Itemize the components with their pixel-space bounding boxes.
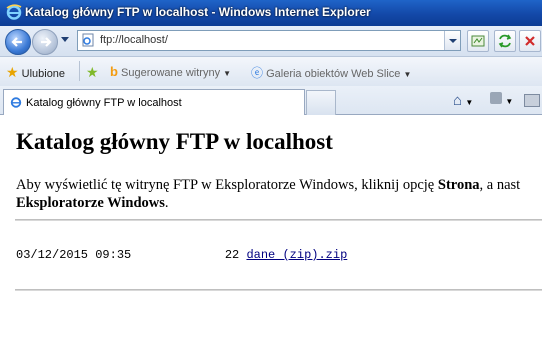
page-content: Katalog główny FTP w localhost Aby wyświ…: [0, 115, 542, 343]
address-input[interactable]: [100, 32, 430, 47]
explorer-hint: Aby wyświetlić tę witrynę FTP w Eksplora…: [16, 176, 542, 212]
tab-ftp-root[interactable]: Katalog główny FTP w localhost: [3, 89, 305, 115]
file-date: 03/12/2015 09:35: [16, 248, 132, 262]
suggested-sites-label: Sugerowane witryny: [121, 67, 221, 79]
add-to-favorites-bar-button[interactable]: ★: [86, 64, 99, 81]
tab-bar: Katalog główny FTP w localhost ⌂ ▼ ▼: [0, 86, 542, 115]
history-dropdown-icon[interactable]: [61, 37, 69, 42]
address-bar: [77, 30, 461, 51]
bing-icon: b: [110, 64, 118, 79]
address-dropdown-button[interactable]: [444, 31, 460, 50]
feeds-button[interactable]: ▼: [490, 92, 513, 108]
forward-button[interactable]: [32, 29, 58, 55]
add-to-favorites-icon: ★: [86, 64, 99, 80]
back-button[interactable]: [5, 29, 31, 55]
tab-ie-icon: [10, 97, 22, 108]
web-slice-gallery-label: Galeria obiektów Web Slice: [266, 68, 401, 80]
rss-feed-icon: [490, 92, 502, 104]
refresh-icon: [498, 34, 512, 48]
print-icon: [524, 94, 540, 107]
divider-bottom: [15, 289, 542, 291]
refresh-button[interactable]: [494, 30, 516, 52]
hint-text-mid: , a nast: [479, 177, 521, 193]
new-tab-button[interactable]: [306, 90, 336, 115]
page-icon: [82, 33, 94, 47]
web-slice-icon: ⓔ: [251, 66, 264, 80]
hint-strona: Strona: [437, 177, 480, 193]
hint-explorer: Eksploratorze Windows: [16, 195, 165, 211]
window-titlebar: Katalog główny FTP w localhost - Windows…: [0, 0, 542, 26]
navigation-bar: [0, 26, 542, 57]
file-link[interactable]: dane (zip).zip: [246, 248, 347, 262]
chevron-down-icon: ▼: [465, 98, 474, 107]
chevron-down-icon: ▼: [223, 69, 232, 78]
hint-text: Aby wyświetlić tę witrynę FTP w Eksplora…: [16, 177, 438, 193]
home-icon: ⌂: [453, 92, 463, 109]
file-size: 22: [224, 248, 240, 262]
divider-top: [15, 219, 542, 221]
hint-end: .: [164, 195, 169, 211]
tab-label: Katalog główny FTP w localhost: [26, 97, 182, 109]
suggested-sites-link[interactable]: b Sugerowane witryny ▼: [110, 64, 231, 79]
internet-explorer-icon: [6, 4, 22, 20]
page-heading: Katalog główny FTP w localhost: [16, 129, 333, 154]
compatibility-icon: [471, 35, 485, 47]
back-icon: [11, 37, 22, 47]
favorites-star-icon: ★: [6, 64, 19, 80]
chevron-down-icon: ▼: [403, 70, 412, 79]
print-button[interactable]: [524, 92, 540, 108]
web-slice-gallery-link[interactable]: ⓔ Galeria obiektów Web Slice ▼: [251, 64, 411, 81]
compatibility-view-button[interactable]: [467, 30, 489, 52]
favorites-bar: ★ Ulubione ★ b Sugerowane witryny ▼ ⓔ Ga…: [0, 57, 542, 87]
ftp-listing: 03/12/2015 09:35 22 dane (zip).zip: [16, 248, 347, 262]
home-button[interactable]: ⌂ ▼: [453, 92, 474, 109]
stop-icon: [525, 36, 535, 46]
stop-button[interactable]: [519, 30, 541, 52]
chevron-down-icon: ▼: [505, 97, 514, 106]
favorites-label: Ulubione: [21, 68, 66, 80]
favorites-button[interactable]: ★ Ulubione: [6, 64, 65, 81]
forward-icon: [41, 37, 52, 47]
window-title: Katalog główny FTP w localhost - Windows…: [25, 5, 371, 19]
favorites-separator: [79, 61, 80, 81]
